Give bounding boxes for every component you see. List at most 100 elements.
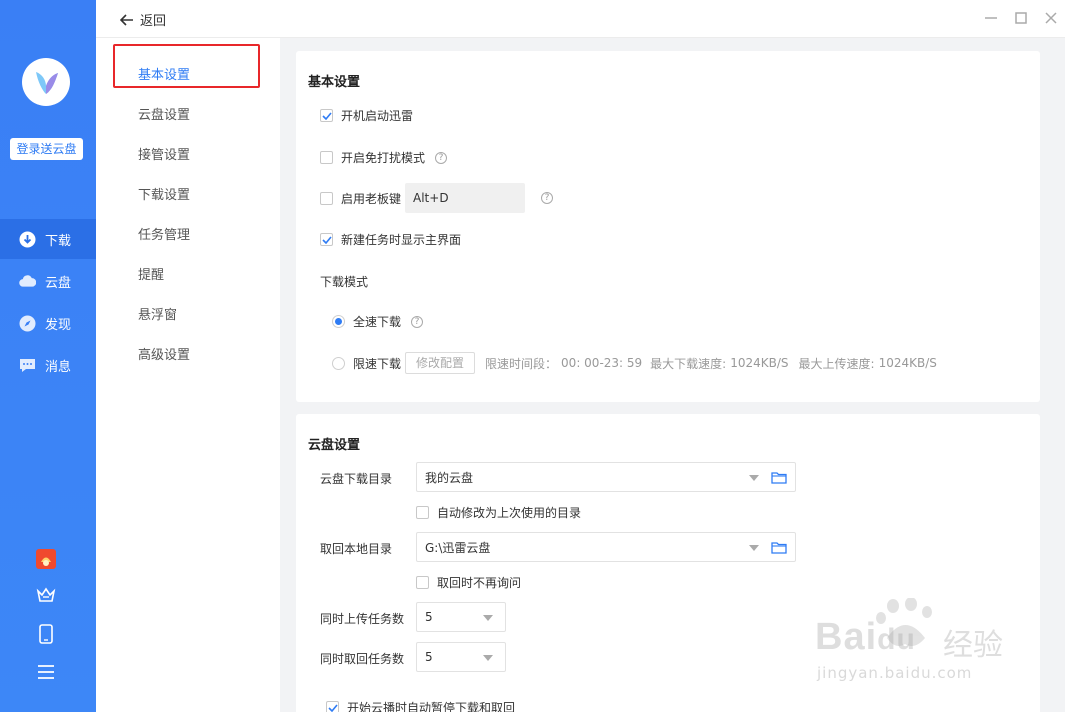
option-label: 限速下载 <box>353 356 402 371</box>
option-label: 开机启动迅雷 <box>341 109 414 123</box>
help-icon[interactable]: ? <box>411 315 424 328</box>
option-label: 启用老板键 <box>341 191 402 206</box>
max-upload-label: 最大上传速度: <box>798 356 875 371</box>
mobile-phone-icon[interactable] <box>35 623 57 645</box>
boss-key-checkbox[interactable] <box>320 191 333 205</box>
boss-key-option[interactable]: 启用老板键 Alt+D ? <box>320 183 554 213</box>
modify-config-button[interactable]: 修改配置 <box>405 352 476 374</box>
pause-on-play-option[interactable]: 开始云播时自动暂停下载和取回 <box>326 699 515 712</box>
cloud-download-dir-label: 云盘下载目录 <box>320 472 393 486</box>
limit-period-label: 限速时间段： <box>485 356 558 371</box>
chevron-down-icon <box>749 545 759 551</box>
back-button[interactable]: 返回 <box>120 10 166 29</box>
watermark-brand2: du <box>877 623 916 656</box>
game-gift-icon[interactable] <box>35 548 57 570</box>
watermark-cn: 经验 <box>943 628 1003 663</box>
boss-key-input[interactable]: Alt+D <box>405 183 526 213</box>
avatar[interactable] <box>22 58 70 106</box>
minimize-icon[interactable] <box>982 9 1000 27</box>
startup-option[interactable]: 开机启动迅雷 <box>320 107 413 124</box>
nav-messages[interactable]: 消息 <box>0 345 96 385</box>
cloud-download-dir-select[interactable]: 我的云盘 <box>416 462 796 492</box>
startup-checkbox[interactable] <box>320 109 333 122</box>
folder-icon[interactable] <box>771 541 787 554</box>
nav-label: 发现 <box>45 317 72 333</box>
limit-speed-option[interactable]: 限速下载 修改配置 限速时间段： 00: 00-23: 59 最大下载速度: 1… <box>332 352 937 374</box>
check-icon <box>321 235 332 244</box>
pause-on-play-checkbox[interactable] <box>326 701 339 712</box>
select-value: 5 <box>425 650 433 664</box>
close-icon[interactable] <box>1042 9 1060 27</box>
option-label: 全速下载 <box>353 315 402 329</box>
nav-cloud[interactable]: 云盘 <box>0 261 96 301</box>
auto-modify-checkbox[interactable] <box>416 506 429 519</box>
chevron-down-icon <box>749 475 759 481</box>
menu-item-reminder[interactable]: 提醒 <box>138 264 164 283</box>
local-dir-select[interactable]: G:\迅雷云盘 <box>416 532 796 562</box>
app-sidebar: 登录送云盘 下载 云盘 发现 消息 <box>0 0 96 712</box>
thunder-bird-logo-icon <box>36 72 58 94</box>
no-ask-option[interactable]: 取回时不再询问 <box>416 574 521 591</box>
option-label: 新建任务时显示主界面 <box>341 233 462 247</box>
limit-period-value: 00: 00-23: 59 <box>561 356 643 370</box>
login-button[interactable]: 登录送云盘 <box>10 138 83 160</box>
download-icon <box>19 231 36 248</box>
arrow-left-icon <box>120 13 133 26</box>
baidu-watermark: Baidu 经验 jingyan.baidu.com <box>815 597 1015 690</box>
check-icon <box>321 111 332 120</box>
full-speed-option[interactable]: 全速下载 ? <box>332 313 424 330</box>
max-download-value: 1024KB/S <box>730 356 789 370</box>
menu-item-tasks[interactable]: 任务管理 <box>138 224 190 243</box>
select-value: 我的云盘 <box>425 470 474 485</box>
settings-menu: 基本设置 云盘设置 接管设置 下载设置 任务管理 提醒 悬浮窗 高级设置 <box>96 38 280 712</box>
highlight-annotation-box <box>113 44 260 88</box>
option-label: 取回时不再询问 <box>437 576 522 590</box>
retrieve-tasks-select[interactable]: 5 <box>416 642 506 672</box>
panel-title: 云盘设置 <box>308 438 361 453</box>
chevron-down-icon <box>483 615 493 621</box>
dnd-option[interactable]: 开启免打扰模式 ? <box>320 149 448 166</box>
full-speed-radio[interactable] <box>332 315 345 328</box>
nav-label: 云盘 <box>45 275 72 291</box>
option-label: 自动修改为上次使用的目录 <box>437 506 582 520</box>
upload-tasks-select[interactable]: 5 <box>416 602 506 632</box>
top-bar: 返回 <box>96 0 1065 38</box>
basic-settings-panel: 基本设置 开机启动迅雷 开启免打扰模式 ? 启用老板键 Alt+D ? 新建任务… <box>296 51 1040 402</box>
folder-icon[interactable] <box>771 471 787 484</box>
nav-download[interactable]: 下载 <box>0 219 96 259</box>
dnd-checkbox[interactable] <box>320 151 333 164</box>
menu-item-download[interactable]: 下载设置 <box>138 184 190 203</box>
retrieve-tasks-label: 同时取回任务数 <box>320 652 405 666</box>
no-ask-checkbox[interactable] <box>416 576 429 589</box>
show-main-option[interactable]: 新建任务时显示主界面 <box>320 231 461 248</box>
chevron-down-icon <box>483 655 493 661</box>
download-mode-title: 下载模式 <box>320 275 369 289</box>
message-icon <box>19 357 36 374</box>
help-icon[interactable]: ? <box>541 192 554 204</box>
help-icon[interactable]: ? <box>435 151 448 164</box>
crown-icon[interactable] <box>35 584 57 606</box>
menu-item-takeover[interactable]: 接管设置 <box>138 144 190 163</box>
max-download-label: 最大下载速度: <box>650 356 727 371</box>
show-main-checkbox[interactable] <box>320 233 333 246</box>
upload-tasks-label: 同时上传任务数 <box>320 612 405 626</box>
menu-item-floating-window[interactable]: 悬浮窗 <box>138 304 177 323</box>
select-value: 5 <box>425 610 433 624</box>
nav-discover[interactable]: 发现 <box>0 303 96 343</box>
limit-speed-radio[interactable] <box>332 356 345 370</box>
back-label: 返回 <box>140 14 167 29</box>
cloud-icon <box>19 273 36 290</box>
menu-hamburger-icon[interactable] <box>35 661 57 683</box>
option-label: 开始云播时自动暂停下载和取回 <box>347 701 516 712</box>
watermark-brand: Bai <box>815 616 878 658</box>
check-icon <box>327 703 338 712</box>
menu-item-cloud[interactable]: 云盘设置 <box>138 104 190 123</box>
menu-item-advanced[interactable]: 高级设置 <box>138 344 190 363</box>
max-upload-value: 1024KB/S <box>878 356 937 370</box>
panel-title: 基本设置 <box>308 75 361 90</box>
compass-icon <box>19 315 36 332</box>
local-dir-label: 取回本地目录 <box>320 542 393 556</box>
select-value: G:\迅雷云盘 <box>425 540 491 555</box>
maximize-icon[interactable] <box>1012 9 1030 27</box>
auto-modify-option[interactable]: 自动修改为上次使用的目录 <box>416 504 581 521</box>
